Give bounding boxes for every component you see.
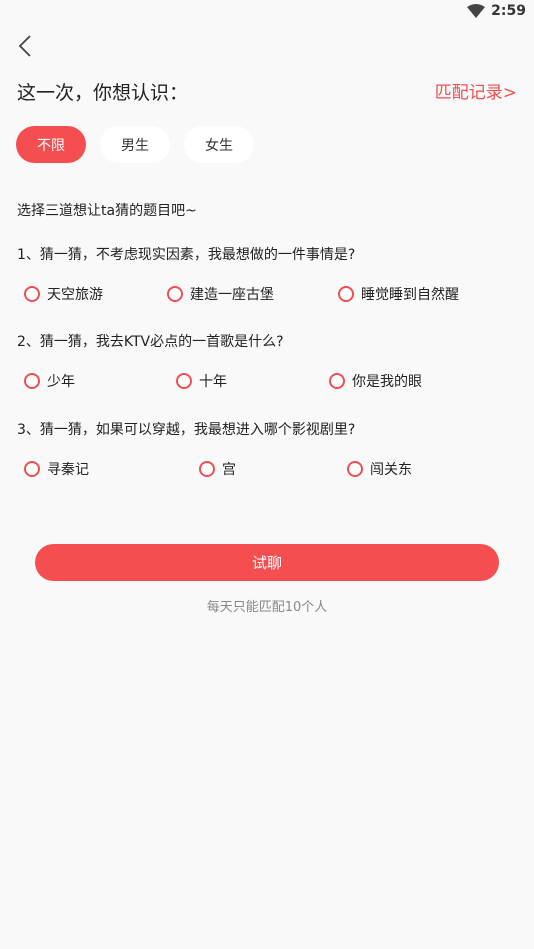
status-right: 2:59 [467, 3, 526, 19]
status-bar: 2:59 [0, 0, 534, 24]
try-chat-button[interactable]: 试聊 [35, 544, 499, 581]
gender-chip-male[interactable]: 男生 [100, 126, 170, 163]
wifi-icon [467, 4, 486, 18]
q3-option-3[interactable]: 闯关东 [347, 459, 412, 479]
daily-limit-note: 每天只能匹配10个人 [206, 600, 328, 615]
instruction-text: 选择三道想让ta猜的题目吧~ [17, 203, 197, 219]
radio-button[interactable] [167, 286, 183, 302]
q3-option-2[interactable]: 宫 [199, 459, 236, 479]
gender-chip-female[interactable]: 女生 [184, 126, 254, 163]
q1-option-1[interactable]: 天空旅游 [24, 284, 103, 304]
radio-button[interactable] [338, 286, 354, 302]
q2-option-2[interactable]: 十年 [176, 371, 227, 391]
status-time: 2:59 [491, 3, 526, 19]
back-button[interactable] [14, 34, 36, 62]
gender-filter: 不限 男生 女生 [16, 126, 254, 163]
chevron-left-icon [18, 34, 32, 62]
q1-option-3[interactable]: 睡觉睡到自然醒 [338, 284, 459, 304]
question-3: 3、猜一猜，如果可以穿越，我最想进入哪个影视剧里? [17, 422, 356, 438]
radio-button[interactable] [24, 286, 40, 302]
radio-button[interactable] [199, 461, 215, 477]
radio-button[interactable] [176, 373, 192, 389]
radio-button[interactable] [24, 461, 40, 477]
gender-chip-any[interactable]: 不限 [16, 126, 86, 163]
q2-option-3[interactable]: 你是我的眼 [329, 371, 422, 391]
radio-button[interactable] [24, 373, 40, 389]
q3-option-1[interactable]: 寻秦记 [24, 459, 89, 479]
page-title: 这一次，你想认识： [17, 82, 189, 104]
match-record-link[interactable]: 匹配记录> [435, 78, 517, 103]
question-1: 1、猜一猜，不考虑现实因素，我最想做的一件事情是? [17, 247, 356, 263]
q1-option-2[interactable]: 建造一座古堡 [167, 284, 274, 304]
header-row: 这一次，你想认识： 匹配记录> [17, 78, 517, 106]
question-2: 2、猜一猜，我去KTV必点的一首歌是什么? [17, 334, 284, 350]
radio-button[interactable] [329, 373, 345, 389]
q2-option-1[interactable]: 少年 [24, 371, 75, 391]
radio-button[interactable] [347, 461, 363, 477]
